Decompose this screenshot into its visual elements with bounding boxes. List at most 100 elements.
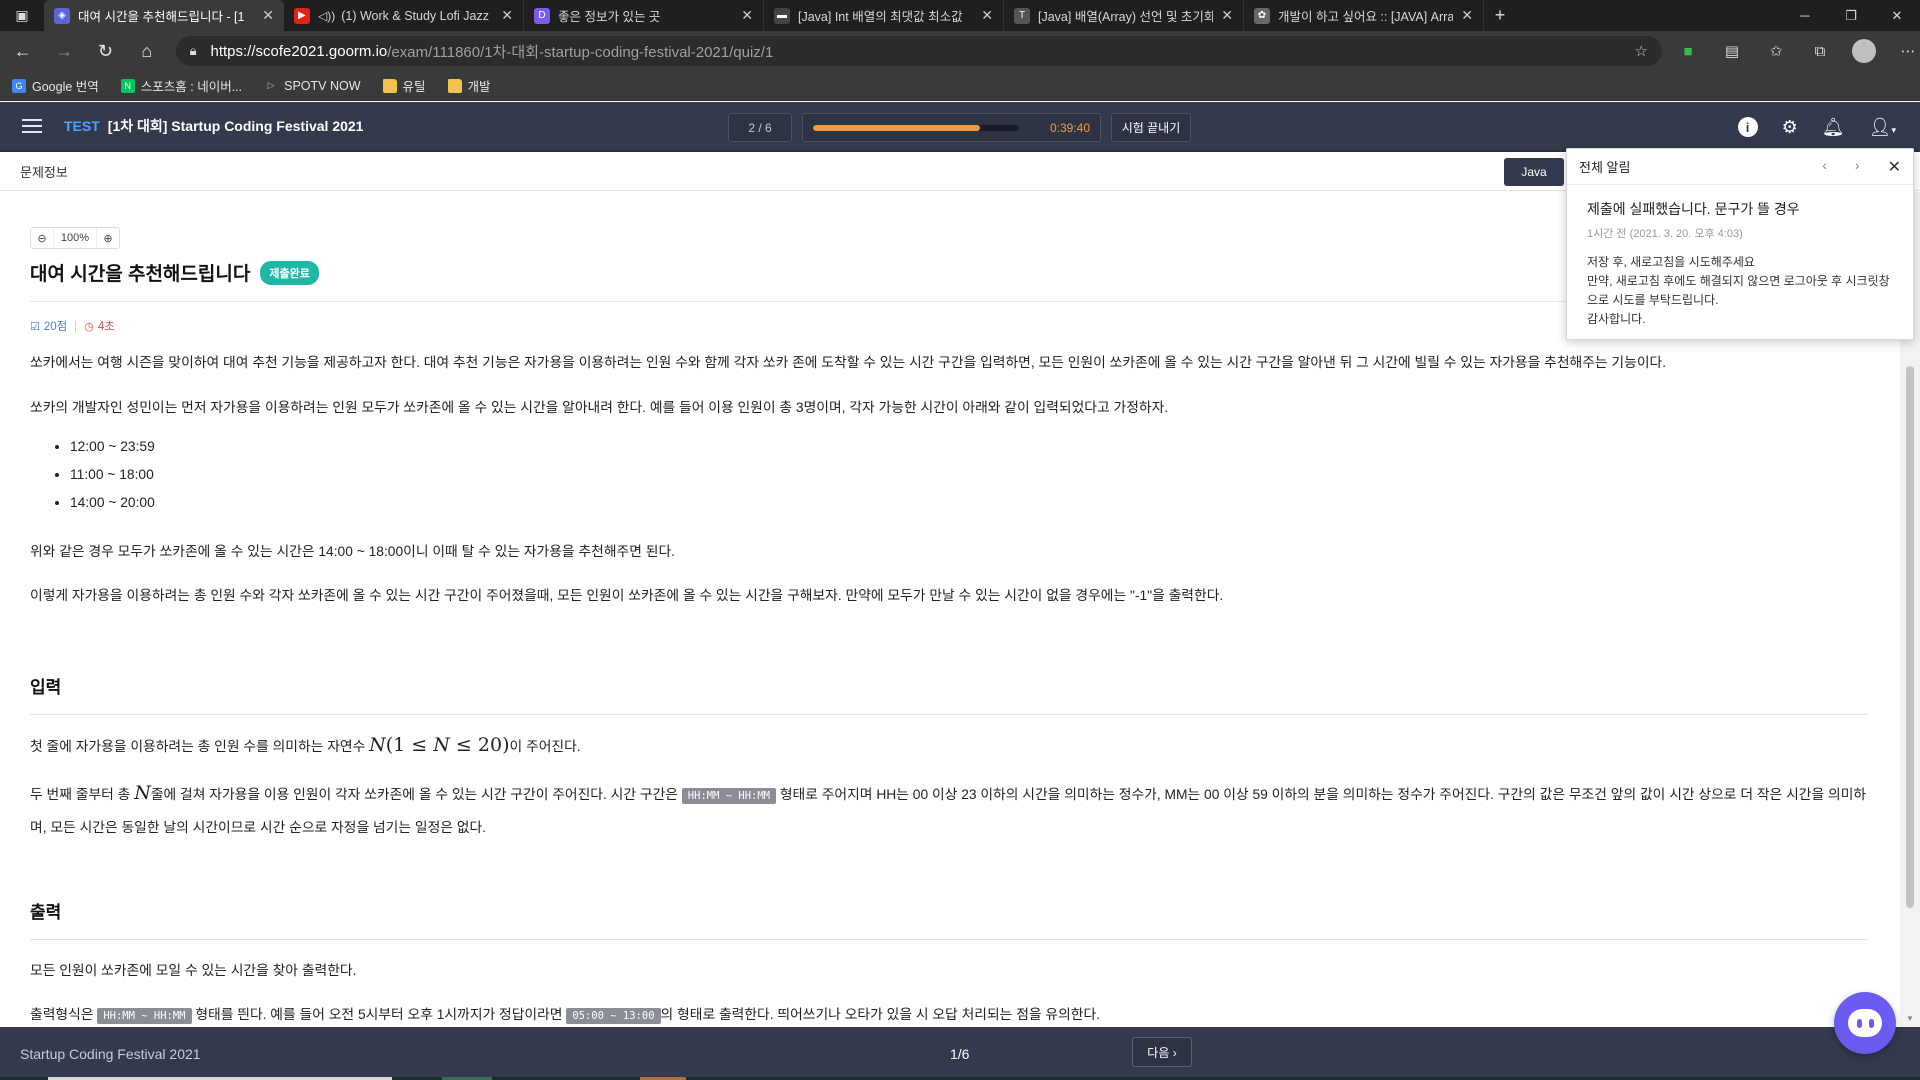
score: ☑ 20점 [30, 318, 67, 334]
browser-tab[interactable]: ▶ ◁)) (1) Work & Study Lofi Jazz ✕ [284, 0, 524, 31]
app-header: TEST [1차 대회] Startup Coding Festival 202… [0, 102, 1920, 152]
menu-icon[interactable] [22, 119, 42, 133]
text: 형태를 띈다. 예를 들어 오전 5시부터 오후 1시까지가 정답이라면 [191, 1007, 567, 1022]
lock-icon: 🔒︎ [189, 43, 197, 58]
menu-icon[interactable]: ⋯ [1896, 42, 1920, 60]
paragraph: 쏘카에서는 여행 시즌을 맞이하여 대여 추천 기능을 제공하고자 한다. 대여… [30, 355, 1667, 370]
info-icon[interactable]: i [1737, 117, 1758, 137]
refresh-icon[interactable]: ↻ [87, 35, 124, 67]
tab-title: 개발이 하고 싶어요 :: [JAVA] Arra [1278, 10, 1454, 24]
tab-close-icon[interactable]: ✕ [501, 7, 513, 24]
url-path: /exam/111860/1차-대회-startup-coding-festiv… [387, 43, 774, 61]
scroll-thumb[interactable] [1906, 366, 1914, 908]
close-window-icon[interactable]: ✕ [1874, 0, 1920, 31]
speaker-icon[interactable]: ◁)) [318, 9, 335, 23]
extension-icon[interactable]: ▤ [1720, 42, 1744, 60]
zoom-control: ⊖ 100% ⊕ [30, 227, 120, 249]
tab-actions-icon[interactable]: ▣ [0, 0, 44, 31]
bookmark-folder-util[interactable]: 유틸 [382, 76, 426, 95]
chevron-right-icon[interactable]: › [1855, 157, 1860, 177]
notification-header-title: 전체 알림 [1579, 160, 1631, 175]
notification-body: 제출에 실패했습니다. 문구가 뜰 경우 1시간 전 (2021. 3. 20.… [1567, 185, 1913, 343]
browser-tab[interactable]: D 좋은 정보가 있는 곳 ✕ [524, 0, 764, 31]
blog-favicon-icon: ▬ [774, 7, 790, 24]
input-heading: 입력 [30, 678, 62, 697]
inline-code: 05:00 ~ 13:00 [566, 1008, 661, 1024]
problem-info-tab[interactable]: 문제정보 [20, 162, 68, 181]
collections-icon[interactable]: ⧉ [1808, 43, 1832, 60]
zoom-out-icon[interactable]: ⊖ [31, 228, 53, 248]
bookmark-label: 개발 [467, 80, 491, 94]
bell-icon[interactable]: 🔔︎ [1822, 117, 1845, 138]
scroll-down-icon[interactable]: ▼ [1900, 1014, 1920, 1023]
browser-tab-active[interactable]: ◈ 대여 시간을 추천해드립니다 - [1 ✕ [44, 0, 284, 31]
url-input[interactable]: 🔒︎ https://scofe2021.goorm.io/exam/11186… [175, 36, 1662, 66]
extension-icon[interactable]: ■ [1676, 43, 1700, 60]
text: 두 번째 줄부터 총 [30, 787, 135, 802]
chevron-left-icon[interactable]: ‹ [1822, 157, 1827, 177]
text: 첫 줄에 자가용을 이용하려는 총 인원 수를 의미하는 자연수 [30, 739, 370, 754]
tab-close-icon[interactable]: ✕ [741, 7, 753, 24]
goorm-favicon-icon: ◈ [54, 7, 70, 24]
output-heading: 출력 [30, 903, 62, 922]
back-icon[interactable]: ← [4, 35, 41, 67]
time-limit: ◷ 4초 [84, 318, 115, 334]
paragraph: 출력형식은 HH:MM ~ HH:MM 형태를 띈다. 예를 들어 오전 5시부… [30, 1004, 1870, 1027]
paragraph: 첫 줄에 자가용을 이용하려는 총 인원 수를 의미하는 자연수 N(1 ≤ N… [30, 734, 1870, 758]
text: 출력형식은 [30, 1007, 98, 1022]
new-tab-icon[interactable]: + [1484, 0, 1516, 31]
browser-tab[interactable]: ✿ 개발이 하고 싶어요 :: [JAVA] Arra ✕ [1244, 0, 1484, 31]
timer-text: 0:39:40 [1049, 120, 1090, 135]
example-times-list: 12:00 ~ 23:59 11:00 ~ 18:00 14:00 ~ 20:0… [70, 433, 155, 517]
paragraph: 모든 인원이 쏘카존에 모일 수 있는 시간을 찾아 출력한다. [30, 963, 357, 978]
minimize-icon[interactable]: ─ [1782, 0, 1828, 31]
next-button[interactable]: 다음 › [1132, 1037, 1192, 1067]
url-host: https://scofe2021.goorm.io [210, 42, 388, 60]
chat-bubble [1848, 1009, 1882, 1037]
blog-favicon-icon: ✿ [1254, 7, 1270, 24]
notification-time: 1시간 전 (2021. 3. 20. 오후 4:03) [1587, 228, 1743, 240]
time-limit-value: 4초 [97, 321, 115, 333]
exam-title: [1차 대회] Startup Coding Festival 2021 [107, 118, 364, 134]
tab-title: 대여 시간을 추천해드립니다 - [1 [78, 10, 245, 24]
chat-icon[interactable] [1834, 992, 1896, 1054]
language-select[interactable]: Java [1504, 158, 1564, 186]
end-exam-button[interactable]: 시험 끝내기 [1111, 113, 1191, 142]
window-controls: ─ ❐ ✕ [1782, 0, 1920, 31]
notification-popup: 전체 알림 ‹ › ✕ 제출에 실패했습니다. 문구가 뜰 경우 1시간 전 (… [1566, 148, 1914, 340]
favorites-icon[interactable]: ✩ [1764, 42, 1788, 60]
profile-avatar[interactable] [1851, 39, 1876, 63]
tab-title: [Java] Int 배열의 최댓값 최소값 [798, 10, 963, 24]
problem-meta: ☑ 20점 ◷ 4초 [30, 318, 115, 334]
tab-close-icon[interactable]: ✕ [262, 7, 274, 24]
bookmark-google-translate[interactable]: G Google 번역 [12, 76, 99, 95]
paragraph: 이렇게 자가용을 이용하려는 총 인원 수와 각자 쏘카존에 올 수 있는 시간… [30, 588, 1224, 603]
math-expression: N(1 ≤ N ≤ 20) [369, 734, 510, 756]
bookmark-folder-dev[interactable]: 개발 [447, 76, 491, 95]
bookmark-spotv[interactable]: ▷ SPOTV NOW [264, 78, 361, 93]
gear-icon[interactable]: ⚙ [1782, 117, 1798, 138]
tab-close-icon[interactable]: ✕ [1221, 7, 1233, 24]
browser-tab[interactable]: T [Java] 배열(Array) 선언 및 초기화 ✕ [1004, 0, 1244, 31]
tab-title: [Java] 배열(Array) 선언 및 초기화 [1038, 10, 1214, 24]
star-icon[interactable]: ☆ [1635, 42, 1648, 60]
math-expression: N [134, 782, 151, 804]
translate-icon: G [12, 78, 26, 93]
paragraph: 두 번째 줄부터 총 N줄에 걸쳐 자가용을 이용 인원이 각자 쏘카존에 올 … [30, 778, 1870, 843]
user-icon[interactable]: 👤︎▾ [1869, 117, 1896, 138]
notification-line: 감사합니다. [1587, 312, 1646, 326]
zoom-in-icon[interactable]: ⊕ [97, 228, 119, 248]
header-icons: i ⚙ 🔔︎ 👤︎▾ [1737, 102, 1896, 152]
tab-close-icon[interactable]: ✕ [1461, 7, 1473, 24]
forward-icon[interactable]: → [45, 35, 82, 67]
inline-code: HH:MM ~ HH:MM [97, 1008, 192, 1024]
browser-tab[interactable]: ▬ [Java] Int 배열의 최댓값 최소값 ✕ [764, 0, 1004, 31]
bookmark-label: Google 번역 [32, 80, 99, 94]
close-icon[interactable]: ✕ [1888, 157, 1901, 177]
notification-controls: ‹ › ✕ [1822, 157, 1901, 177]
check-icon: ☑ [30, 320, 40, 333]
tab-close-icon[interactable]: ✕ [981, 7, 993, 24]
home-icon[interactable]: ⌂ [128, 35, 165, 67]
bookmark-naver-sports[interactable]: N 스포츠홈 : 네이버... [120, 76, 242, 95]
restore-icon[interactable]: ❐ [1828, 0, 1874, 31]
